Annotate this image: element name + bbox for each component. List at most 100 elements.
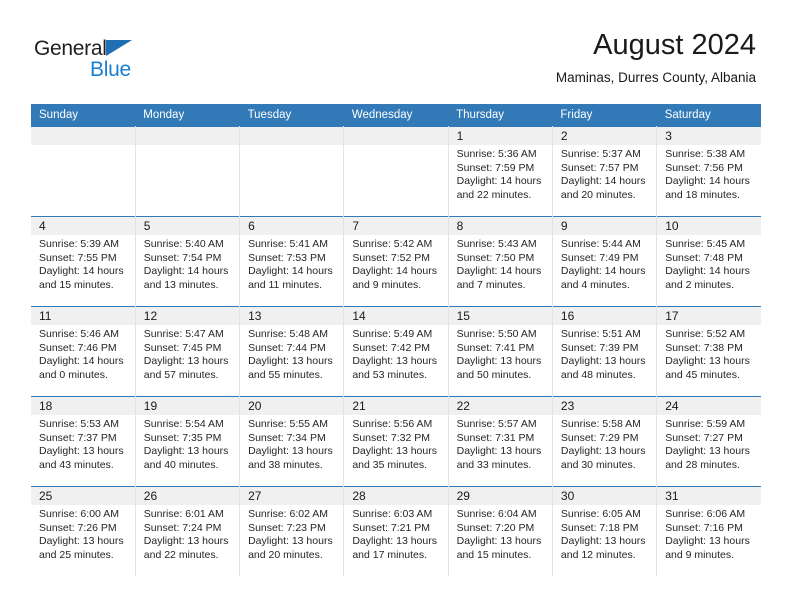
day-cell[interactable]: 11 Sunrise: 5:46 AM Sunset: 7:46 PM Dayligh… [31, 306, 136, 397]
day-cell[interactable]: 16 Sunrise: 5:51 AM Sunset: 7:39 PM Dayligh… [552, 306, 658, 397]
day-number: 30 [552, 487, 657, 505]
day-cell[interactable]: 21 Sunrise: 5:56 AM Sunset: 7:32 PM Dayligh… [343, 396, 449, 487]
daylight-text-line1: Daylight: 14 hours [143, 265, 229, 278]
sunset-text: Sunset: 7:53 PM [248, 251, 326, 264]
sunrise-text: Sunrise: 5:38 AM [665, 148, 746, 160]
day-cell[interactable]: 2 Sunrise: 5:37 AM Sunset: 7:57 PM Daylight… [552, 126, 658, 217]
day-details: Sunrise: 5:47 AM Sunset: 7:45 PM Daylight:… [136, 325, 239, 382]
daylight-text-line1: Daylight: 13 hours [39, 535, 124, 548]
day-cell[interactable]: 7 Sunrise: 5:42 AM Sunset: 7:52 PM Daylight… [343, 216, 449, 307]
daylight-text-line2: and 2 minutes. [665, 278, 735, 291]
sunset-text: Sunset: 7:29 PM [560, 431, 639, 444]
daylight-text-line2: and 11 minutes. [248, 278, 322, 291]
sunset-text: Sunset: 7:38 PM [665, 341, 743, 354]
day-number: 1 [448, 127, 552, 145]
day-cell[interactable]: 25 Sunrise: 6:00 AM Sunset: 7:26 PM Dayligh… [31, 486, 136, 576]
daylight-text-line1: Daylight: 13 hours [143, 355, 229, 368]
day-number: 22 [448, 397, 552, 415]
daylight-text-line1: Daylight: 14 hours [39, 355, 124, 368]
day-details: Sunrise: 5:39 AM Sunset: 7:55 PM Daylight:… [31, 235, 135, 292]
day-number: 21 [344, 397, 448, 415]
day-number: 25 [31, 487, 135, 505]
daylight-text-line2: and 17 minutes. [352, 548, 428, 561]
day-details: Sunrise: 6:05 AM Sunset: 7:18 PM Daylight:… [553, 505, 656, 562]
day-cell[interactable]: 28 Sunrise: 6:03 AM Sunset: 7:21 PM Dayligh… [343, 486, 449, 576]
daylight-text-line2: and 35 minutes. [352, 458, 428, 471]
calendar-week-row: 25 Sunrise: 6:00 AM Sunset: 7:26 PM Dayligh… [31, 486, 761, 576]
sunset-text: Sunset: 7:39 PM [560, 341, 639, 354]
sunset-text: Sunset: 7:50 PM [456, 251, 535, 264]
day-cell[interactable]: 30 Sunrise: 6:05 AM Sunset: 7:18 PM Dayligh… [552, 486, 658, 576]
day-cell[interactable]: 1 Sunrise: 5:36 AM Sunset: 7:59 PM Daylight… [448, 126, 553, 217]
day-cell[interactable]: 5 Sunrise: 5:40 AM Sunset: 7:54 PM Daylight… [135, 216, 241, 307]
daylight-text-line1: Daylight: 14 hours [39, 265, 124, 278]
sunset-text: Sunset: 7:54 PM [143, 251, 222, 264]
day-cell[interactable]: 17 Sunrise: 5:52 AM Sunset: 7:38 PM Dayligh… [656, 306, 761, 397]
weekday-header-tuesday: Tuesday [239, 104, 344, 127]
day-cell[interactable]: 20 Sunrise: 5:55 AM Sunset: 7:34 PM Dayligh… [239, 396, 345, 487]
sunrise-text: Sunrise: 5:37 AM [560, 148, 641, 160]
day-cell-empty [239, 126, 345, 217]
daylight-text-line2: and 4 minutes. [560, 278, 630, 291]
daylight-text-line2: and 40 minutes. [143, 458, 219, 471]
calendar-week-row: 11 Sunrise: 5:46 AM Sunset: 7:46 PM Dayligh… [31, 306, 761, 397]
daylight-text-line1: Daylight: 13 hours [560, 355, 646, 368]
sunset-text: Sunset: 7:45 PM [143, 341, 222, 354]
daylight-text-line1: Daylight: 14 hours [560, 175, 646, 188]
day-cell[interactable]: 9 Sunrise: 5:44 AM Sunset: 7:49 PM Daylight… [552, 216, 658, 307]
sunrise-text: Sunrise: 5:40 AM [143, 238, 224, 250]
day-cell[interactable]: 10 Sunrise: 5:45 AM Sunset: 7:48 PM Dayligh… [656, 216, 761, 307]
sunrise-text: Sunrise: 5:43 AM [456, 238, 537, 250]
daylight-text-line2: and 22 minutes. [143, 548, 219, 561]
daylight-text-line2: and 55 minutes. [248, 368, 323, 381]
sunset-text: Sunset: 7:56 PM [665, 161, 743, 174]
daylight-text-line2: and 53 minutes. [352, 368, 428, 381]
day-details: Sunrise: 5:43 AM Sunset: 7:50 PM Daylight:… [449, 235, 552, 292]
day-number: 15 [448, 307, 552, 325]
day-cell[interactable]: 15 Sunrise: 5:50 AM Sunset: 7:41 PM Dayligh… [448, 306, 553, 397]
day-cell[interactable]: 12 Sunrise: 5:47 AM Sunset: 7:45 PM Dayligh… [135, 306, 241, 397]
logo-triangle-icon [106, 40, 132, 56]
daylight-text-line2: and 12 minutes. [560, 548, 636, 561]
weekday-header-monday: Monday [135, 104, 240, 127]
weekday-header-sunday: Sunday [31, 104, 136, 127]
day-number: 14 [344, 307, 448, 325]
day-cell[interactable]: 19 Sunrise: 5:54 AM Sunset: 7:35 PM Dayligh… [135, 396, 241, 487]
day-number: 20 [240, 397, 344, 415]
day-cell[interactable]: 31 Sunrise: 6:06 AM Sunset: 7:16 PM Dayligh… [656, 486, 761, 576]
day-number: 23 [552, 397, 657, 415]
sunset-text: Sunset: 7:21 PM [352, 521, 430, 534]
calendar-header-row: Sunday Monday Tuesday Wednesday Thursday… [31, 104, 761, 127]
day-cell[interactable]: 22 Sunrise: 5:57 AM Sunset: 7:31 PM Dayligh… [448, 396, 553, 487]
day-cell[interactable]: 26 Sunrise: 6:01 AM Sunset: 7:24 PM Dayligh… [135, 486, 241, 576]
day-cell[interactable]: 13 Sunrise: 5:48 AM Sunset: 7:44 PM Dayligh… [239, 306, 345, 397]
general-blue-logo: General Blue [34, 37, 154, 83]
daylight-text-line1: Daylight: 13 hours [456, 535, 542, 548]
day-cell[interactable]: 24 Sunrise: 5:59 AM Sunset: 7:27 PM Dayligh… [656, 396, 761, 487]
daylight-text-line1: Daylight: 13 hours [352, 445, 437, 458]
day-cell[interactable]: 14 Sunrise: 5:49 AM Sunset: 7:42 PM Dayligh… [343, 306, 449, 397]
day-cell[interactable]: 29 Sunrise: 6:04 AM Sunset: 7:20 PM Dayligh… [448, 486, 553, 576]
day-number: 18 [31, 397, 135, 415]
day-details: Sunrise: 5:53 AM Sunset: 7:37 PM Daylight:… [31, 415, 135, 472]
day-details: Sunrise: 5:54 AM Sunset: 7:35 PM Daylight:… [136, 415, 239, 472]
calendar-week-row: 4 Sunrise: 5:39 AM Sunset: 7:55 PM Daylight… [31, 216, 761, 307]
day-cell[interactable]: 18 Sunrise: 5:53 AM Sunset: 7:37 PM Dayligh… [31, 396, 136, 487]
sunrise-text: Sunrise: 5:42 AM [352, 238, 433, 250]
sunset-text: Sunset: 7:42 PM [352, 341, 430, 354]
day-cell[interactable]: 4 Sunrise: 5:39 AM Sunset: 7:55 PM Daylight… [31, 216, 136, 307]
weekday-header-wednesday: Wednesday [343, 104, 449, 127]
day-cell[interactable]: 23 Sunrise: 5:58 AM Sunset: 7:29 PM Dayligh… [552, 396, 658, 487]
sunrise-text: Sunrise: 5:48 AM [248, 328, 329, 340]
day-details: Sunrise: 5:36 AM Sunset: 7:59 PM Daylight:… [449, 145, 552, 202]
day-cell[interactable]: 3 Sunrise: 5:38 AM Sunset: 7:56 PM Daylight… [656, 126, 761, 217]
day-details: Sunrise: 5:45 AM Sunset: 7:48 PM Daylight:… [657, 235, 761, 292]
day-cell[interactable]: 8 Sunrise: 5:43 AM Sunset: 7:50 PM Daylight… [448, 216, 553, 307]
day-details: Sunrise: 5:51 AM Sunset: 7:39 PM Daylight:… [553, 325, 656, 382]
weekday-header-friday: Friday [552, 104, 657, 127]
sunset-text: Sunset: 7:34 PM [248, 431, 326, 444]
day-cell[interactable]: 27 Sunrise: 6:02 AM Sunset: 7:23 PM Dayligh… [239, 486, 345, 576]
weekday-header-saturday: Saturday [656, 104, 761, 127]
daylight-text-line1: Daylight: 13 hours [456, 445, 542, 458]
day-cell[interactable]: 6 Sunrise: 5:41 AM Sunset: 7:53 PM Daylight… [239, 216, 345, 307]
